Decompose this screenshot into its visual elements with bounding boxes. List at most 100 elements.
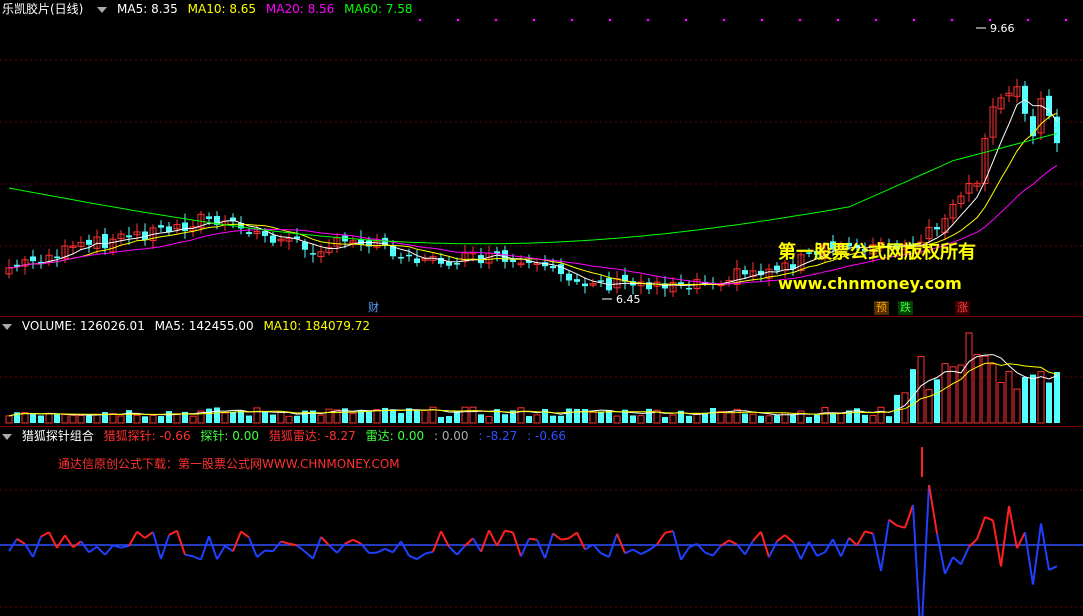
candle-down <box>574 279 580 282</box>
volume-bar-up <box>485 415 493 424</box>
volume-bar-up <box>925 389 933 424</box>
oscillator-segment <box>1032 523 1042 585</box>
volume-bar-down <box>550 415 556 423</box>
volume-bar-up <box>173 413 181 424</box>
volume-chart[interactable] <box>0 317 1083 426</box>
price-panel[interactable]: 乐凯胶片(日线) MA5: 8.35 MA10: 8.65 MA20: 8.56… <box>0 0 1083 316</box>
volume-bar-up <box>797 410 805 424</box>
volume-bar-up <box>989 363 997 424</box>
candle-down <box>158 225 164 228</box>
oscillator-segment <box>504 529 514 534</box>
volume-bar-down <box>774 415 780 423</box>
oscillator-segment <box>768 540 778 558</box>
candle-down <box>510 259 516 262</box>
oscillator-segment <box>736 543 746 556</box>
oscillator-segment <box>312 536 322 559</box>
volume-bar-up <box>117 415 125 424</box>
candle-down <box>774 265 780 271</box>
signal-dot <box>608 18 612 22</box>
volume-bar-down <box>366 411 372 423</box>
volume-bar-down <box>230 411 236 423</box>
oscillator-segment <box>856 530 866 546</box>
oscillator-segment <box>192 555 202 561</box>
candle-down <box>686 287 692 290</box>
candle-down <box>86 239 92 245</box>
candle-down <box>446 261 452 266</box>
volume-bar-down <box>830 413 836 423</box>
signal-dot <box>418 18 422 22</box>
oscillator-segment <box>928 484 938 534</box>
marker-cai[interactable]: 财 <box>366 301 381 315</box>
oscillator-segment <box>824 538 834 553</box>
volume-panel[interactable]: VOLUME: 126026.01 MA5: 142455.00 MA10: 1… <box>0 317 1083 426</box>
oscillator-segment <box>576 532 586 550</box>
oscillator-segment <box>56 534 66 549</box>
candle-down <box>1054 116 1060 144</box>
marker-zhang[interactable]: 涨 <box>955 301 970 315</box>
volume-bar-up <box>253 407 261 424</box>
volume-bar-up <box>973 353 981 424</box>
oscillator-segment <box>104 544 114 556</box>
volume-bar-down <box>446 416 452 423</box>
oscillator-segment <box>664 530 674 534</box>
oscillator-segment <box>536 539 546 559</box>
volume-bar-down <box>294 415 300 423</box>
volume-bar-down <box>574 408 580 423</box>
volume-bar-up <box>285 415 293 424</box>
volume-bar-up <box>149 414 157 424</box>
volume-bar-up <box>589 411 597 424</box>
oscillator-segment <box>128 531 138 547</box>
oscillator-segment <box>1048 565 1058 571</box>
volume-bar-up <box>877 406 885 424</box>
volume-bar-down <box>566 408 572 423</box>
oscillator-segment <box>240 530 250 539</box>
oscillator-segment <box>96 545 106 556</box>
candle-down <box>30 256 36 262</box>
price-chart[interactable] <box>0 0 1083 316</box>
signal-dot <box>456 18 460 22</box>
volume-bar-up <box>717 410 725 424</box>
volume-bar-down <box>790 414 796 423</box>
oscillator-segment <box>256 549 266 558</box>
volume-bar-down <box>886 416 892 423</box>
volume-bar-up <box>669 414 677 424</box>
marker-yu[interactable]: 预 <box>874 301 889 315</box>
candle-down <box>182 222 188 231</box>
volume-bar-up <box>45 412 53 424</box>
volume-bar-down <box>102 412 108 423</box>
oscillator-segment <box>24 543 34 558</box>
volume-bar-down <box>206 408 212 423</box>
volume-bar-down <box>478 414 484 423</box>
candle-down <box>582 283 588 287</box>
oscillator-segment <box>816 551 826 557</box>
oscillator-segment <box>568 531 578 540</box>
volume-bar-up <box>69 414 77 424</box>
oscillator-segment <box>1008 505 1018 549</box>
volume-bar-up <box>1005 370 1013 424</box>
volume-bar-down <box>1046 382 1052 423</box>
indicator-panel[interactable]: 猎狐探针组合 猎狐探针: -0.66 探针: 0.00 猎狐雷达: -8.27 … <box>0 427 1083 616</box>
volume-bar-down <box>646 408 652 423</box>
oscillator-segment <box>1040 523 1050 571</box>
volume-bar-down <box>502 414 508 423</box>
volume-bar-up <box>869 415 877 424</box>
volume-bar-down <box>414 409 420 423</box>
oscillator-segment <box>424 550 434 555</box>
oscillator-segment <box>352 538 362 545</box>
volume-bar-up <box>997 382 1005 424</box>
oscillator-segment <box>264 549 274 553</box>
signal-dot <box>532 18 536 22</box>
volume-bar-up <box>1037 371 1045 424</box>
oscillator-segment <box>144 531 154 539</box>
oscillator-segment <box>304 550 314 560</box>
volume-bar-down <box>262 411 268 423</box>
marker-die[interactable]: 跌 <box>898 301 913 315</box>
signal-dot <box>1026 18 1030 22</box>
oscillator-segment <box>120 544 130 549</box>
volume-bar-up <box>317 414 325 424</box>
candle-down <box>414 258 420 263</box>
volume-bar-down <box>390 409 396 423</box>
volume-bar-down <box>142 416 148 423</box>
volume-bar-down <box>742 413 748 423</box>
oscillator-segment <box>808 541 818 557</box>
